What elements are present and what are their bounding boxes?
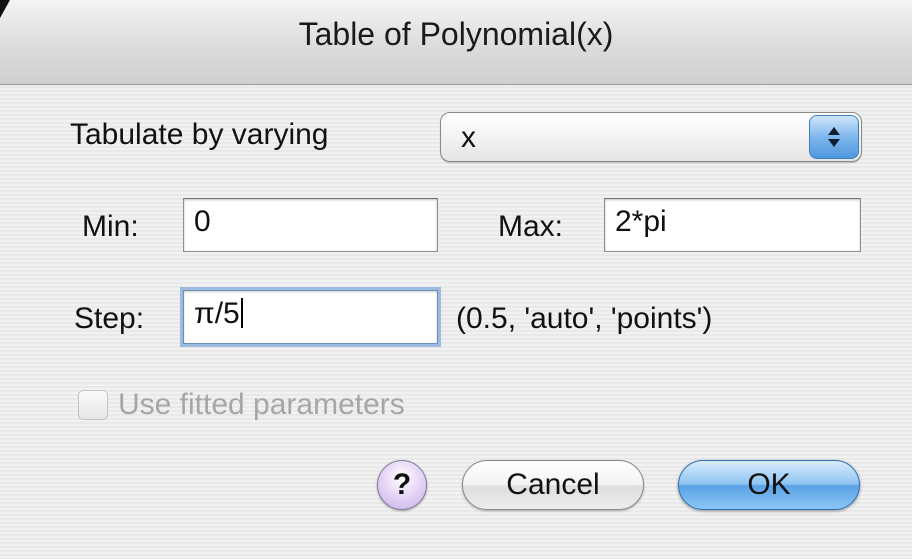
window-title: Table of Polynomial(x) (298, 16, 614, 52)
use-fitted-parameters-checkbox-row: Use fitted parameters (78, 388, 405, 422)
tabulate-variable-value: x (461, 121, 476, 154)
window-corner-mark (0, 0, 10, 18)
min-field[interactable]: 0 (183, 198, 438, 252)
help-icon: ? (392, 468, 412, 501)
up-down-chevron-icon[interactable] (809, 115, 859, 159)
step-hint: (0.5, 'auto', 'points') (456, 302, 713, 335)
tabulate-label: Tabulate by varying (70, 118, 329, 151)
help-button[interactable]: ? (377, 460, 427, 510)
use-fitted-parameters-checkbox (78, 390, 108, 420)
text-caret (240, 298, 243, 328)
title-bar[interactable]: Table of Polynomial(x) (0, 0, 912, 85)
chevron-up-icon (828, 127, 840, 135)
cancel-button[interactable]: Cancel (462, 460, 644, 510)
ok-button-label: OK (747, 468, 791, 501)
min-label: Min: (82, 210, 139, 243)
max-field[interactable]: 2*pi (604, 198, 861, 252)
use-fitted-parameters-label: Use fitted parameters (118, 388, 405, 421)
ok-button[interactable]: OK (678, 460, 860, 510)
cancel-button-label: Cancel (506, 468, 600, 501)
step-field[interactable]: π/5 (183, 290, 438, 344)
dialog-window: Table of Polynomial(x) Tabulate by varyi… (0, 0, 912, 559)
step-field-value: π/5 (194, 297, 240, 330)
tabulate-variable-popup[interactable]: x (440, 112, 862, 162)
max-label: Max: (498, 210, 564, 243)
chevron-down-icon (828, 139, 840, 147)
step-label: Step: (74, 302, 145, 335)
